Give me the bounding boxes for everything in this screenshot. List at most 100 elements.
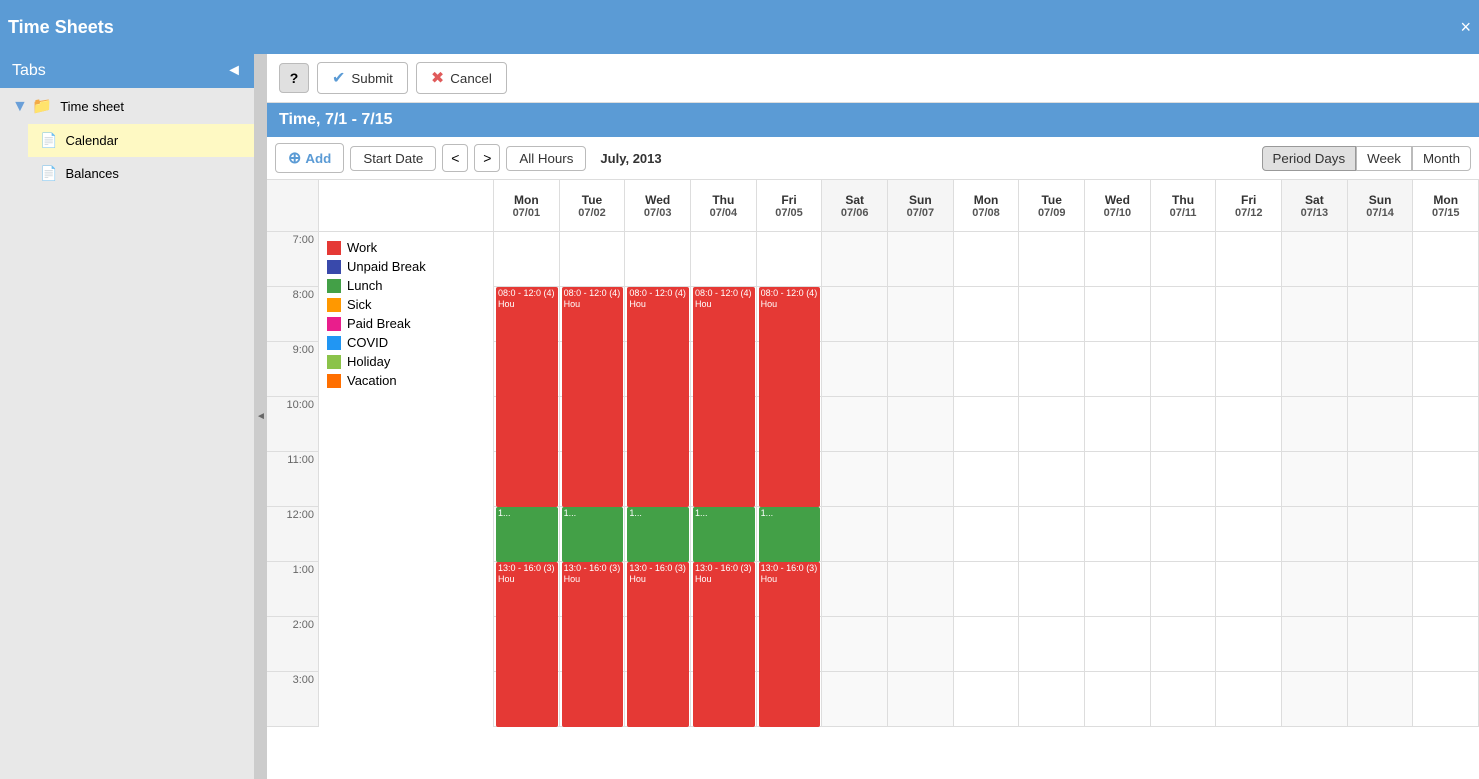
day-cell-2-9[interactable] (1085, 342, 1151, 396)
event-13[interactable]: 13:0 - 16:0 (3) Hou (693, 562, 755, 727)
day-cell-8-10[interactable] (1151, 672, 1217, 726)
event-0[interactable]: 08:0 - 12:0 (4) Hou (496, 287, 558, 507)
day-cell-6-6[interactable] (888, 562, 954, 616)
day-cell-4-7[interactable] (954, 452, 1020, 506)
day-cell-6-5[interactable] (822, 562, 888, 616)
help-button[interactable]: ? (279, 63, 309, 93)
event-14[interactable]: 13:0 - 16:0 (3) Hou (759, 562, 821, 727)
day-cell-7-11[interactable] (1216, 617, 1282, 671)
sidebar-item-calendar[interactable]: 📄 Calendar (28, 124, 254, 157)
day-cell-0-14[interactable] (1413, 232, 1479, 286)
day-cell-0-9[interactable] (1085, 232, 1151, 286)
submit-button[interactable]: ✔ Submit (317, 62, 408, 94)
day-cell-5-10[interactable] (1151, 507, 1217, 561)
day-cell-5-8[interactable] (1019, 507, 1085, 561)
day-cell-7-12[interactable] (1282, 617, 1348, 671)
day-cell-4-12[interactable] (1282, 452, 1348, 506)
all-hours-button[interactable]: All Hours (506, 146, 586, 171)
sidebar-collapse-handle[interactable]: ◄ (255, 54, 267, 779)
month-button[interactable]: Month (1412, 146, 1471, 171)
day-cell-8-7[interactable] (954, 672, 1020, 726)
day-cell-1-12[interactable] (1282, 287, 1348, 341)
day-cell-4-5[interactable] (822, 452, 888, 506)
day-cell-0-8[interactable] (1019, 232, 1085, 286)
day-cell-5-5[interactable] (822, 507, 888, 561)
start-date-button[interactable]: Start Date (350, 146, 436, 171)
day-cell-3-6[interactable] (888, 397, 954, 451)
day-cell-3-9[interactable] (1085, 397, 1151, 451)
day-cell-1-8[interactable] (1019, 287, 1085, 341)
event-2[interactable]: 08:0 - 12:0 (4) Hou (627, 287, 689, 507)
day-cell-1-5[interactable] (822, 287, 888, 341)
day-cell-5-7[interactable] (954, 507, 1020, 561)
prev-button[interactable]: < (442, 144, 468, 172)
day-cell-8-12[interactable] (1282, 672, 1348, 726)
day-cell-7-10[interactable] (1151, 617, 1217, 671)
event-12[interactable]: 13:0 - 16:0 (3) Hou (627, 562, 689, 727)
day-cell-8-8[interactable] (1019, 672, 1085, 726)
day-cell-2-11[interactable] (1216, 342, 1282, 396)
day-cell-6-7[interactable] (954, 562, 1020, 616)
day-cell-2-6[interactable] (888, 342, 954, 396)
day-cell-8-11[interactable] (1216, 672, 1282, 726)
day-cell-5-9[interactable] (1085, 507, 1151, 561)
day-cell-0-1[interactable] (560, 232, 626, 286)
day-cell-7-13[interactable] (1348, 617, 1414, 671)
day-cell-4-11[interactable] (1216, 452, 1282, 506)
day-cell-1-6[interactable] (888, 287, 954, 341)
day-cell-7-5[interactable] (822, 617, 888, 671)
add-button[interactable]: ⊕ Add (275, 143, 344, 173)
day-cell-0-4[interactable] (757, 232, 823, 286)
day-cell-6-12[interactable] (1282, 562, 1348, 616)
day-cell-7-7[interactable] (954, 617, 1020, 671)
day-cell-2-8[interactable] (1019, 342, 1085, 396)
day-cell-1-7[interactable] (954, 287, 1020, 341)
cancel-button[interactable]: ✖ Cancel (416, 62, 507, 94)
event-3[interactable]: 08:0 - 12:0 (4) Hou (693, 287, 755, 507)
day-cell-0-3[interactable] (691, 232, 757, 286)
day-cell-3-8[interactable] (1019, 397, 1085, 451)
day-cell-4-9[interactable] (1085, 452, 1151, 506)
event-5[interactable]: 1... (496, 507, 558, 562)
day-cell-8-5[interactable] (822, 672, 888, 726)
event-7[interactable]: 1... (627, 507, 689, 562)
period-days-button[interactable]: Period Days (1262, 146, 1357, 171)
event-11[interactable]: 13:0 - 16:0 (3) Hou (562, 562, 624, 727)
event-9[interactable]: 1... (759, 507, 821, 562)
day-cell-2-13[interactable] (1348, 342, 1414, 396)
day-cell-4-14[interactable] (1413, 452, 1479, 506)
day-cell-6-9[interactable] (1085, 562, 1151, 616)
event-6[interactable]: 1... (562, 507, 624, 562)
sidebar-item-balances[interactable]: 📄 Balances (28, 157, 254, 190)
close-button[interactable]: × (1460, 17, 1471, 38)
day-cell-1-13[interactable] (1348, 287, 1414, 341)
day-cell-3-11[interactable] (1216, 397, 1282, 451)
day-cell-0-2[interactable] (625, 232, 691, 286)
day-cell-4-8[interactable] (1019, 452, 1085, 506)
day-cell-3-13[interactable] (1348, 397, 1414, 451)
day-cell-0-6[interactable] (888, 232, 954, 286)
week-button[interactable]: Week (1356, 146, 1412, 171)
sidebar-toggle[interactable]: ◄ (226, 62, 242, 80)
day-cell-2-12[interactable] (1282, 342, 1348, 396)
day-cell-4-13[interactable] (1348, 452, 1414, 506)
day-cell-3-10[interactable] (1151, 397, 1217, 451)
event-1[interactable]: 08:0 - 12:0 (4) Hou (562, 287, 624, 507)
day-cell-2-10[interactable] (1151, 342, 1217, 396)
day-cell-3-14[interactable] (1413, 397, 1479, 451)
day-cell-0-10[interactable] (1151, 232, 1217, 286)
day-cell-7-14[interactable] (1413, 617, 1479, 671)
day-cell-5-13[interactable] (1348, 507, 1414, 561)
day-cell-8-14[interactable] (1413, 672, 1479, 726)
day-cell-1-9[interactable] (1085, 287, 1151, 341)
day-cell-0-0[interactable] (494, 232, 560, 286)
day-cell-7-9[interactable] (1085, 617, 1151, 671)
day-cell-5-11[interactable] (1216, 507, 1282, 561)
day-cell-8-9[interactable] (1085, 672, 1151, 726)
event-4[interactable]: 08:0 - 12:0 (4) Hou (759, 287, 821, 507)
day-cell-5-6[interactable] (888, 507, 954, 561)
day-cell-0-7[interactable] (954, 232, 1020, 286)
day-cell-5-14[interactable] (1413, 507, 1479, 561)
day-cell-5-12[interactable] (1282, 507, 1348, 561)
day-cell-3-7[interactable] (954, 397, 1020, 451)
